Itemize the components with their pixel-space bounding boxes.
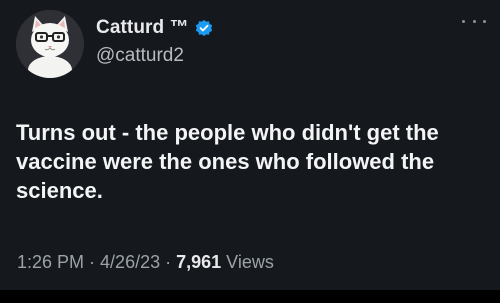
more-options-icon[interactable] — [462, 14, 486, 28]
separator: · — [89, 252, 96, 272]
author-name-row: Catturd ™ — [96, 16, 213, 40]
separator: · — [165, 252, 172, 272]
tweet-card: Catturd ™ @catturd2 Turns out - the peop… — [0, 0, 500, 290]
views-label[interactable]: Views — [226, 252, 274, 273]
tweet-time[interactable]: 1:26 PM — [17, 252, 84, 273]
tweet-date[interactable]: 4/26/23 — [100, 252, 160, 273]
dot — [462, 19, 465, 23]
verified-badge-icon — [195, 19, 212, 37]
tweet-meta: 1:26 PM · 4/26/23 · 7,961 Views — [17, 252, 274, 273]
display-name[interactable]: Catturd ™ — [96, 17, 189, 39]
bottom-border — [0, 290, 500, 303]
views-count[interactable]: 7,961 — [176, 252, 221, 273]
tweet-text: Turns out - the people who didn't get th… — [16, 120, 439, 203]
cat-avatar-icon — [16, 10, 84, 78]
avatar[interactable] — [16, 10, 84, 78]
dot — [483, 19, 486, 23]
author-handle[interactable]: @catturd2 — [96, 45, 184, 67]
dot — [472, 19, 476, 23]
